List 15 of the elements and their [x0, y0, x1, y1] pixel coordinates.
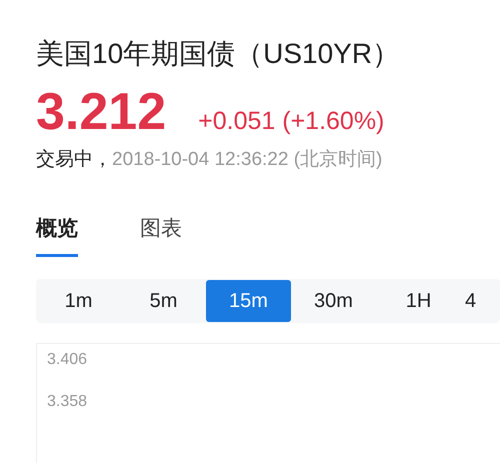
interval-button[interactable]: 4	[461, 280, 485, 322]
price: 3.212	[36, 84, 166, 140]
trading-status: 交易中，	[36, 148, 112, 172]
interval-button[interactable]: 1H	[376, 280, 461, 322]
page-title: 美国10年期国债（US10YR）	[36, 37, 402, 71]
interval-button[interactable]: 15m	[206, 280, 291, 322]
price-change: +0.051 (+1.60%)	[198, 106, 384, 137]
axis-label: 3.406	[47, 350, 88, 370]
interval-button[interactable]: 30m	[291, 280, 376, 322]
timestamp: 2018-10-04 12:36:22 (北京时间)	[112, 148, 382, 172]
interval-button[interactable]: 1m	[36, 280, 121, 322]
tab[interactable]: 图表	[140, 212, 182, 257]
axis-label: 3.358	[47, 392, 88, 412]
tab[interactable]: 概览	[36, 212, 78, 257]
interval-button[interactable]: 5m	[121, 280, 206, 322]
